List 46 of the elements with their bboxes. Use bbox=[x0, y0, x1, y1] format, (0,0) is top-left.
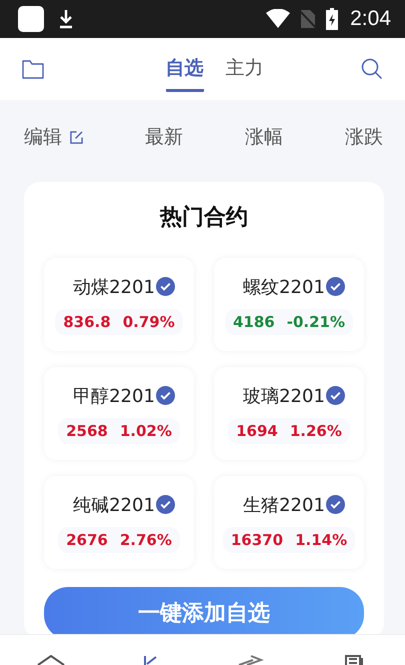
contract-name: 生猪2201 bbox=[243, 494, 325, 516]
wifi-icon bbox=[266, 9, 290, 29]
contract-tile[interactable]: 玻璃2201 1694 1.26% bbox=[214, 367, 364, 460]
edit-icon[interactable] bbox=[70, 130, 83, 144]
check-icon[interactable] bbox=[326, 386, 345, 405]
contract-name: 动煤2201 bbox=[73, 276, 155, 298]
change-percent: 2.76% bbox=[120, 530, 172, 548]
tab[interactable]: 自选 bbox=[166, 46, 204, 92]
contract-tile[interactable]: 螺纹2201 4186 -0.21% bbox=[214, 258, 364, 351]
check-icon[interactable] bbox=[156, 386, 175, 405]
column-header[interactable]: 涨幅 bbox=[245, 124, 283, 150]
app-icon bbox=[18, 6, 44, 32]
contract-name: 螺纹2201 bbox=[243, 276, 325, 298]
change-percent: 0.79% bbox=[122, 312, 175, 330]
check-icon[interactable] bbox=[326, 495, 345, 514]
change-percent: 1.14% bbox=[295, 530, 348, 548]
price: 16370 bbox=[230, 530, 284, 548]
contract-tile[interactable]: 纯碱2201 2676 2.76% bbox=[44, 476, 194, 569]
contract-tile[interactable]: 甲醇2201 2568 1.02% bbox=[44, 367, 194, 460]
battery-icon bbox=[326, 8, 338, 30]
contract-name: 纯碱2201 bbox=[73, 494, 155, 516]
price: 4186 bbox=[232, 312, 275, 330]
check-icon[interactable] bbox=[156, 277, 175, 296]
edit-label[interactable]: 编辑 bbox=[24, 124, 62, 150]
download-icon bbox=[58, 9, 74, 29]
tab[interactable]: 主力 bbox=[226, 46, 264, 92]
change-percent: 1.02% bbox=[120, 422, 172, 440]
change-percent: -0.21% bbox=[286, 312, 345, 330]
card-title: 热门合约 bbox=[160, 204, 248, 232]
price: 836.8 bbox=[63, 312, 111, 330]
search-icon[interactable] bbox=[361, 58, 383, 80]
price: 2676 bbox=[66, 530, 108, 548]
price: 2568 bbox=[66, 422, 108, 440]
price: 1694 bbox=[236, 422, 278, 440]
contract-name: 甲醇2201 bbox=[73, 384, 155, 408]
clock-time: 2:04 bbox=[350, 7, 391, 31]
no-sim-icon bbox=[300, 9, 316, 29]
contract-name: 玻璃2201 bbox=[243, 384, 325, 408]
column-header[interactable]: 涨跌 bbox=[345, 124, 383, 150]
contract-tile[interactable]: 生猪2201 16370 1.14% bbox=[214, 476, 364, 569]
check-icon[interactable] bbox=[156, 495, 175, 514]
column-header[interactable]: 最新 bbox=[145, 124, 183, 150]
change-percent: 1.26% bbox=[290, 422, 342, 440]
folder-icon[interactable] bbox=[22, 59, 44, 79]
check-icon[interactable] bbox=[326, 277, 345, 296]
contract-tile[interactable]: 动煤2201 836.8 0.79% bbox=[44, 258, 194, 351]
